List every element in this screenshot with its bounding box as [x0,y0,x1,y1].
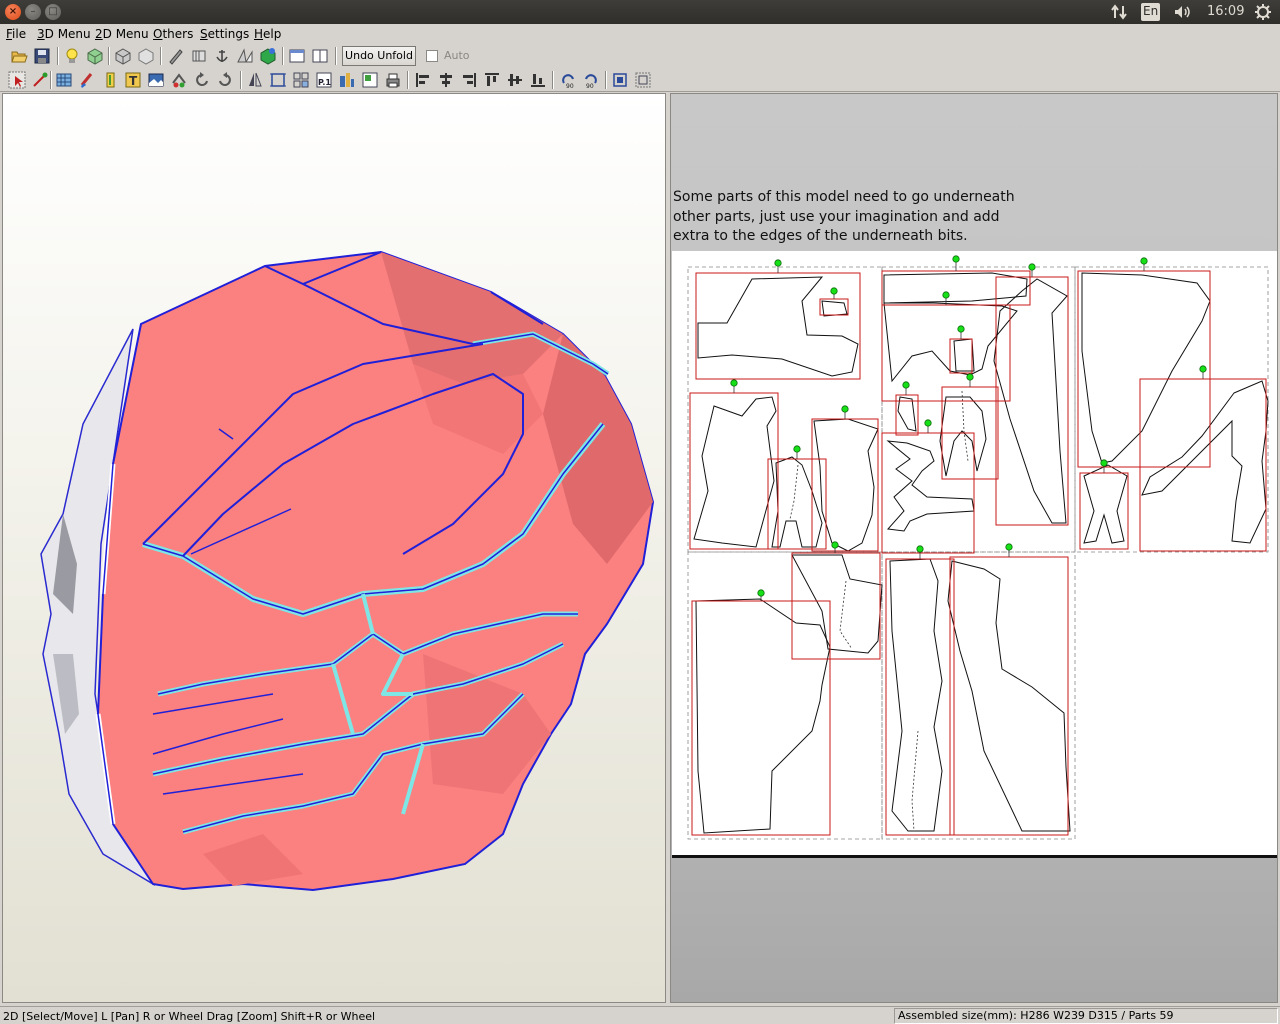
menu-others[interactable]: Others [153,27,193,41]
menu-help[interactable]: Help [254,27,281,41]
status-bar: 2D [Select/Move] L [Pan] R or Wheel Drag… [0,1006,1280,1024]
page-one-icon[interactable]: P.1 [315,71,333,89]
maximize-icon: □ [48,6,58,17]
window-maximize-button[interactable]: □ [45,4,61,20]
main-toolbar: Undo Unfold Auto [0,44,1280,68]
2d-pattern-pane[interactable]: Some parts of this model need to go unde… [670,93,1278,1003]
page-grid [687,266,1269,840]
select-arrow-icon[interactable] [8,71,26,89]
gear-power-icon[interactable] [1254,3,1272,21]
system-top-bar: × – □ En 16:09 [0,0,1280,24]
part-outlines [693,272,1269,834]
auto-label: Auto [444,49,470,62]
frame-icon[interactable] [269,71,287,89]
menu-bar: File 3D Menu 2D Menu Others Settings Hel… [0,24,1280,44]
page-layout-icon[interactable] [361,71,379,89]
svg-text:T: T [129,74,138,88]
minimize-icon: – [30,6,36,17]
align-right-icon[interactable] [460,71,478,89]
svg-text:90: 90 [586,83,594,89]
part-boxes [689,270,1267,836]
status-mode-hint: 2D [Select/Move] L [Pan] R or Wheel Drag… [3,1010,376,1023]
align-left-icon[interactable] [414,71,432,89]
edit-toolbar: T P.1 90 90 [0,68,1280,92]
edge-pencil-icon[interactable] [167,47,185,65]
window-minimize-button[interactable]: – [25,4,41,20]
note-line-3: extra to the edges of the underneath bit… [673,228,968,244]
3d-model-view[interactable] [3,94,666,1003]
pattern-sheet[interactable] [672,251,1278,855]
rotate-left-icon[interactable] [193,71,211,89]
pattern-parts[interactable] [672,251,1278,855]
grid-icon[interactable] [55,71,73,89]
keyboard-layout-indicator[interactable]: En [1141,3,1161,21]
menu-3d[interactable]: 3D Menu [37,27,91,41]
edit-node-icon[interactable] [31,71,49,89]
status-assembled-size: Assembled size(mm): H286 W239 D315 / Par… [894,1008,1278,1024]
texture-cube-icon[interactable] [86,47,104,65]
svg-text:P.1: P.1 [318,78,331,87]
align-middle-icon[interactable] [506,71,524,89]
volume-icon[interactable] [1174,4,1194,20]
menu-2d[interactable]: 2D Menu [95,27,149,41]
paint-brush-icon[interactable] [78,71,96,89]
green-cube-icon[interactable] [259,47,277,65]
auto-checkbox[interactable] [426,50,438,62]
flap-toggle-icon[interactable] [101,71,119,89]
rotate-cw-90-icon[interactable]: 90 [582,71,600,89]
note-line-2: other parts, just use your imagination a… [673,208,1000,225]
align-top-icon[interactable] [483,71,501,89]
join-edge-icon[interactable] [170,71,188,89]
join-faces-icon[interactable] [236,47,254,65]
window-close-button[interactable]: × [5,4,21,20]
close-icon: × [8,6,18,17]
arrange-parts-icon[interactable] [292,71,310,89]
clock[interactable]: 16:09 [1207,0,1244,24]
svg-text:90: 90 [566,83,574,89]
rotate-right-icon[interactable] [216,71,234,89]
save-disk-icon[interactable] [33,47,51,65]
sort-arrows-icon[interactable] [1110,4,1130,20]
menu-file[interactable]: File [6,27,26,41]
image-tool-icon[interactable] [147,71,165,89]
pattern-note-text: Some parts of this model need to go unde… [673,188,1073,247]
window-single-icon[interactable] [288,47,306,65]
cube-flat-icon[interactable] [137,47,155,65]
open-folder-icon[interactable] [10,47,28,65]
cube-front-icon[interactable] [114,47,132,65]
window-split-icon[interactable] [311,47,329,65]
flap-icon[interactable] [190,47,208,65]
align-bottom-icon[interactable] [529,71,547,89]
menu-settings[interactable]: Settings [200,27,249,41]
number-parts-icon[interactable] [338,71,356,89]
align-center-icon[interactable] [437,71,455,89]
note-line-1: Some parts of this model need to go unde… [673,189,1015,205]
anchor-icon[interactable] [213,47,231,65]
3d-view-pane[interactable] [2,93,666,1003]
printer-icon[interactable] [384,71,402,89]
text-tool-icon[interactable]: T [124,71,142,89]
undo-unfold-button[interactable]: Undo Unfold [342,46,416,66]
fit-all-icon[interactable] [634,71,652,89]
fit-selection-icon[interactable] [611,71,629,89]
flip-icon[interactable] [246,71,264,89]
light-bulb-icon[interactable] [63,47,81,65]
rotate-ccw-90-icon[interactable]: 90 [559,71,577,89]
